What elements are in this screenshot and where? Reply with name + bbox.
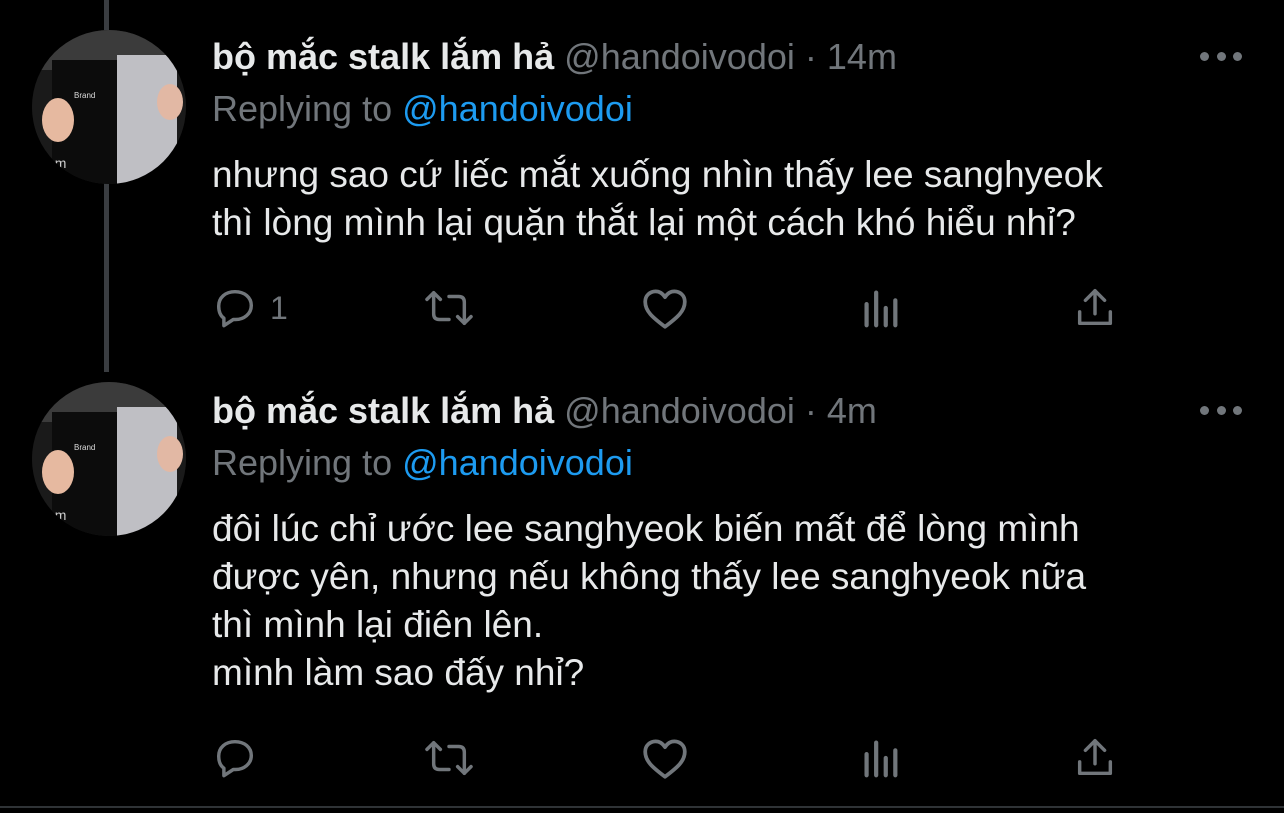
replying-label: Replying to — [212, 442, 393, 483]
reply-button[interactable] — [212, 733, 270, 783]
tweet-actions — [212, 733, 1132, 783]
author-handle[interactable]: @handoivodoi — [564, 36, 795, 77]
tweet-text: đôi lúc chỉ ước lee sanghyeok biến mất đ… — [212, 508, 1087, 693]
stats-icon — [864, 290, 898, 328]
stats-button[interactable] — [858, 733, 902, 783]
stats-icon — [864, 740, 898, 778]
retweet-icon — [425, 740, 473, 776]
avatar[interactable]: Brand com — [32, 30, 186, 184]
avatar[interactable]: Brand com — [32, 382, 186, 536]
timestamp[interactable]: 4m — [827, 390, 877, 431]
like-icon — [643, 289, 687, 329]
reply-icon — [216, 289, 254, 328]
share-icon — [1077, 289, 1113, 326]
like-button[interactable] — [640, 283, 690, 333]
tweet-text: nhưng sao cứ liếc mắt xuống nhìn thấy le… — [212, 154, 1103, 243]
mention-link[interactable]: @handoivodoi — [402, 442, 633, 483]
share-icon — [1077, 739, 1113, 776]
author-name[interactable]: bộ mắc stalk lắm hả — [212, 36, 554, 77]
divider — [0, 806, 1284, 808]
retweet-button[interactable] — [422, 283, 476, 333]
share-button[interactable] — [1072, 733, 1118, 783]
svg-text:Brand: Brand — [74, 443, 95, 452]
tweet-header: bộ mắc stalk lắm hả @handoivodoi · 14m — [212, 36, 897, 78]
separator-dot: · — [804, 390, 817, 431]
stats-button[interactable] — [858, 283, 902, 333]
reply-count: 1 — [270, 289, 288, 326]
author-name[interactable]: bộ mắc stalk lắm hả — [212, 390, 554, 431]
share-button[interactable] — [1072, 283, 1118, 333]
tweet-header: bộ mắc stalk lắm hả @handoivodoi · 4m — [212, 390, 877, 432]
retweet-button[interactable] — [422, 733, 476, 783]
svg-text:com: com — [40, 155, 66, 171]
like-button[interactable] — [640, 733, 690, 783]
replying-to: Replying to @handoivodoi — [212, 442, 633, 484]
replying-label: Replying to — [212, 88, 393, 129]
replying-to: Replying to @handoivodoi — [212, 88, 633, 130]
reply-button[interactable]: 1 — [212, 283, 288, 333]
svg-text:com: com — [40, 507, 66, 523]
tweet-actions: 1 — [212, 283, 1132, 333]
tweet[interactable]: Brand com bộ mắc stalk lắm hả @handoivod… — [0, 0, 1284, 358]
author-handle[interactable]: @handoivodoi — [564, 390, 795, 431]
separator-dot: · — [804, 36, 817, 77]
more-icon[interactable] — [1200, 46, 1242, 66]
svg-text:Brand: Brand — [74, 91, 95, 100]
tweet[interactable]: Brand com bộ mắc stalk lắm hả @handoivod… — [0, 368, 1284, 806]
reply-icon — [216, 739, 254, 778]
timestamp[interactable]: 14m — [827, 36, 897, 77]
mention-link[interactable]: @handoivodoi — [402, 88, 633, 129]
more-icon[interactable] — [1200, 400, 1242, 420]
retweet-icon — [425, 290, 473, 326]
like-icon — [643, 739, 687, 779]
